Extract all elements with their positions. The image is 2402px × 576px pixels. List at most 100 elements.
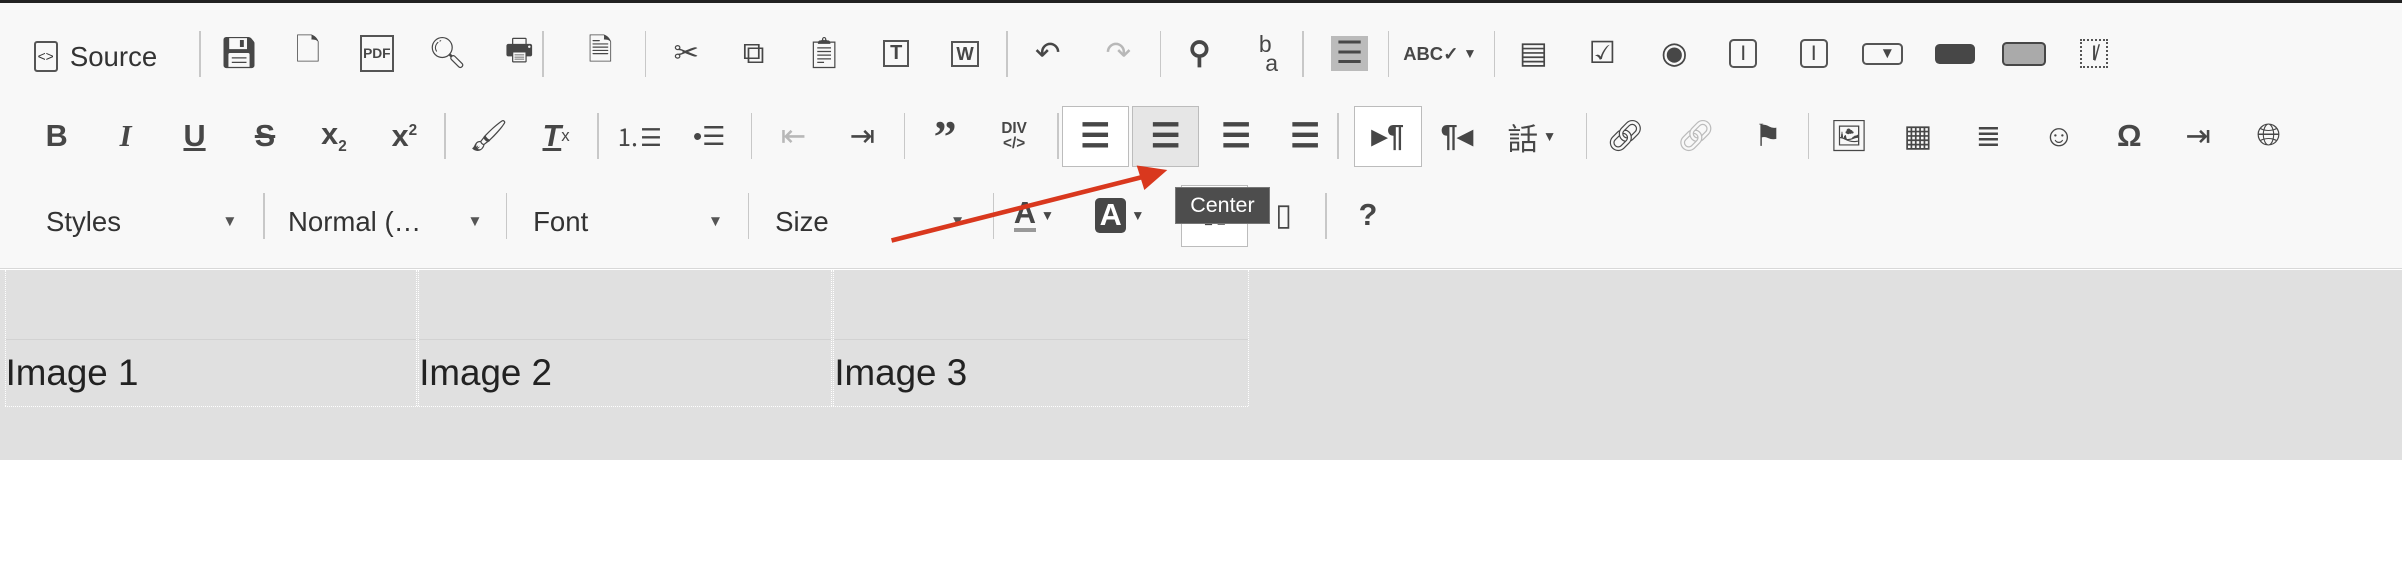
page-break-button[interactable]: ⇥	[2165, 106, 2232, 167]
templates-button[interactable]: 🗎	[567, 23, 634, 84]
unlink-button[interactable]: 🔗︎	[1662, 106, 1729, 167]
iframe-button[interactable]: 🌐︎	[2235, 106, 2302, 167]
toolbar-separator	[903, 113, 906, 160]
remove-format-icon: Tx	[542, 118, 570, 153]
underline-icon: U	[183, 118, 206, 153]
background-color-button[interactable]: A ▼	[1086, 185, 1153, 246]
copy-button[interactable]: ⧉	[720, 23, 787, 84]
size-label: Size	[775, 206, 829, 238]
paste-from-word-button[interactable]: W	[931, 23, 998, 84]
bold-button[interactable]: B	[23, 106, 90, 167]
justify-button[interactable]: ☰	[1271, 106, 1338, 167]
link-button[interactable]: 🔗︎	[1592, 106, 1659, 167]
image-button[interactable]: 🖼︎	[1815, 106, 1882, 167]
text-direction-rtl-button[interactable]: ¶◂	[1423, 106, 1490, 167]
link-icon: 🔗︎	[1605, 118, 1645, 153]
indent-button[interactable]: ⇥	[829, 106, 896, 167]
table-icon: ▦	[1903, 118, 1933, 153]
help-button[interactable]: ?	[1334, 185, 1401, 246]
size-dropdown[interactable]: Size ▼	[760, 191, 981, 252]
special-char-button[interactable]: Ω	[2096, 106, 2163, 167]
blockquote-button[interactable]: ”	[911, 106, 978, 167]
align-right-icon: ☰	[1221, 117, 1252, 156]
text-field-button[interactable]: I	[1710, 23, 1777, 84]
anchor-button[interactable]: ⚑	[1734, 106, 1801, 167]
styles-dropdown[interactable]: Styles ▼	[31, 191, 253, 252]
editor-content[interactable]: Image 1 Image 2 Image 3	[0, 269, 2402, 460]
image-button-button[interactable]	[1990, 23, 2057, 84]
redo-icon: ↷	[1105, 36, 1132, 71]
underline-button[interactable]: U	[161, 106, 228, 167]
styles-label: Styles	[45, 206, 121, 238]
format-dropdown[interactable]: Normal (… ▼	[273, 191, 498, 252]
align-right-button[interactable]: ☰	[1203, 106, 1270, 167]
chevron-down-icon: ▼	[222, 213, 238, 231]
copy-formatting-button[interactable]: 🖌︎	[455, 106, 522, 167]
text-color-button[interactable]: A ▼	[1000, 185, 1067, 246]
select-all-icon: ☰	[1331, 36, 1368, 72]
select-all-button[interactable]: ☰	[1316, 23, 1383, 84]
superscript-button[interactable]: x2	[371, 106, 438, 167]
paste-icon: 📋︎	[804, 36, 844, 71]
preview-button[interactable]: 🔍︎	[414, 23, 481, 84]
outdent-button[interactable]: ⇤	[760, 106, 827, 167]
numbered-list-button[interactable]: ⒈☰	[605, 106, 672, 167]
replace-button[interactable]: b a	[1235, 23, 1302, 84]
smiley-button[interactable]: ☺	[2025, 106, 2092, 167]
italic-button[interactable]: I	[92, 106, 159, 167]
textarea-button[interactable]: I	[1780, 23, 1847, 84]
bulleted-list-button[interactable]: •☰	[676, 106, 743, 167]
find-button[interactable]: ⚲	[1166, 23, 1233, 84]
font-dropdown[interactable]: Font ▼	[518, 191, 739, 252]
button-button[interactable]	[1921, 23, 1988, 84]
spellcheck-button[interactable]: ABC✓ ▼	[1403, 23, 1476, 84]
format-label: Normal (…	[287, 206, 422, 238]
unlink-icon: 🔗︎	[1676, 118, 1716, 153]
numbered-list-icon: ⒈☰	[615, 124, 663, 152]
italic-icon: I	[119, 118, 132, 153]
select-button[interactable]: ▼	[1849, 23, 1916, 84]
radio-button[interactable]: ◉	[1641, 23, 1708, 84]
new-page-button[interactable]: 🗋	[274, 23, 341, 84]
source-button[interactable]: <> Source	[33, 26, 157, 87]
table-button[interactable]: ▦	[1884, 106, 1951, 167]
export-pdf-button[interactable]: PDF	[343, 23, 410, 84]
form-button[interactable]: ▤	[1500, 23, 1567, 84]
checkbox-button[interactable]: ☑	[1569, 23, 1636, 84]
table-cell[interactable]: Image 2	[418, 269, 833, 406]
paste-text-button[interactable]: T	[862, 23, 929, 84]
text-direction-ltr-button[interactable]: ▸¶	[1354, 105, 1422, 167]
horizontal-line-icon: ≣	[1975, 118, 2002, 153]
cut-button[interactable]: ✂	[653, 23, 720, 84]
toolbar-separator	[263, 193, 266, 239]
table-cell[interactable]: Image 1	[4, 269, 418, 406]
align-left-button[interactable]: ☰	[1061, 105, 1129, 167]
form-icon: ▤	[1518, 36, 1548, 71]
strikethrough-button[interactable]: S	[231, 106, 298, 167]
toolbar-separator	[747, 193, 750, 239]
toolbar-separator	[1006, 30, 1008, 77]
toolbar-separator	[750, 113, 753, 160]
horizontal-line-button[interactable]: ≣	[1955, 106, 2022, 167]
language-button[interactable]: 話 ▼	[1498, 106, 1565, 167]
paste-button[interactable]: 📋︎	[790, 23, 857, 84]
templates-icon: 🗎	[588, 32, 613, 67]
font-label: Font	[533, 206, 589, 238]
anchor-icon: ⚑	[1754, 118, 1782, 153]
undo-button[interactable]: ↶	[1014, 23, 1081, 84]
hidden-field-button[interactable]: I̸	[2060, 23, 2127, 84]
cell-text: Image 2	[419, 351, 552, 393]
bulleted-list-icon: •☰	[693, 120, 726, 151]
redo-button[interactable]: ↷	[1085, 23, 1152, 84]
remove-format-button[interactable]: Tx	[522, 106, 589, 167]
save-button[interactable]: 💾︎	[205, 23, 272, 84]
tooltip: Center	[1174, 186, 1270, 224]
replace-icon: b a	[1258, 31, 1278, 76]
chevron-down-icon: ▼	[467, 213, 483, 231]
align-center-button[interactable]: ☰	[1132, 105, 1200, 167]
subscript-button[interactable]: x2	[300, 106, 367, 167]
create-div-button[interactable]: DIV </>	[980, 106, 1047, 167]
table-cell[interactable]: Image 3	[833, 269, 1249, 406]
justify-icon: ☰	[1290, 117, 1321, 156]
radio-icon: ◉	[1660, 36, 1688, 71]
